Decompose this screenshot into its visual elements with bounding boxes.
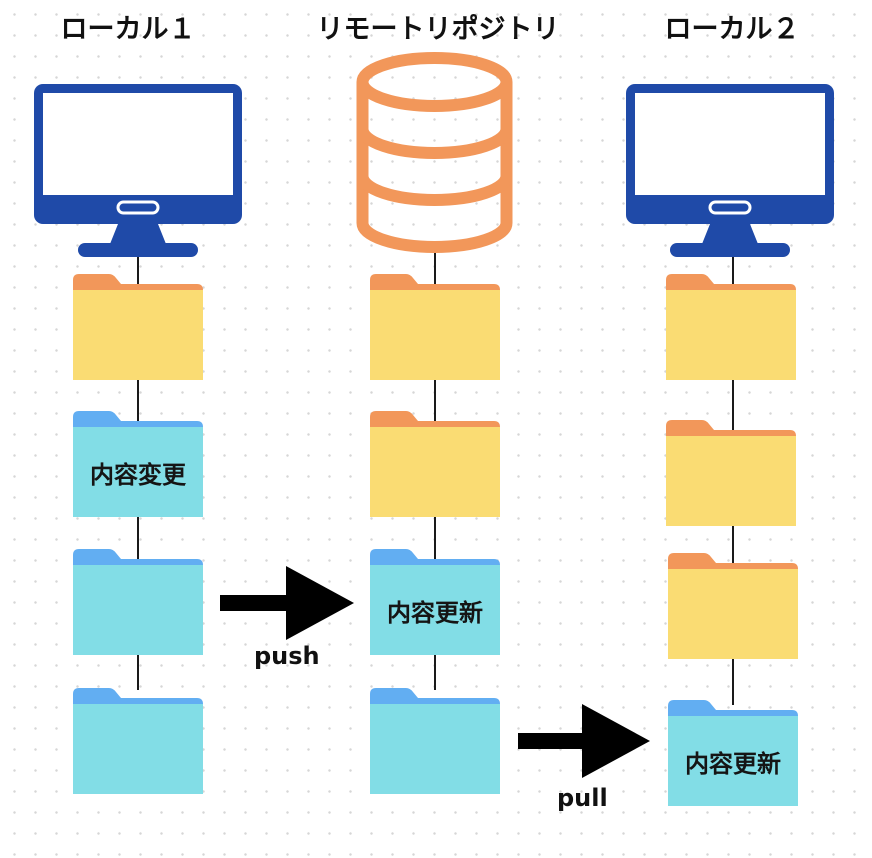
folder-body <box>370 290 500 380</box>
folder-icon <box>73 549 203 655</box>
folder-remote-4 <box>370 688 500 794</box>
folder-body <box>73 565 203 655</box>
folder-icon <box>73 274 203 380</box>
folder-label: 内容更新 <box>387 598 483 627</box>
database-icon <box>356 52 513 253</box>
folder-remote-3: 内容更新 <box>370 549 500 655</box>
pull-label: pull <box>557 784 608 812</box>
column-title-remote-repository: リモートリポジトリ <box>316 14 560 45</box>
folder-local-1-3 <box>73 549 203 655</box>
folder-icon <box>370 274 500 380</box>
folder-local-2-1 <box>666 274 796 380</box>
folder-icon <box>73 688 203 794</box>
folder-body <box>73 290 203 380</box>
folder-local-2-3 <box>668 553 798 659</box>
folder-local-1-1 <box>73 274 203 380</box>
folder-icon <box>666 274 796 380</box>
column-title-local-2: ローカル２ <box>664 14 800 45</box>
folder-icon <box>370 411 500 517</box>
folder-body <box>666 290 796 380</box>
folder-local-2-4: 内容更新 <box>668 700 798 806</box>
folder-label: 内容更新 <box>685 749 781 778</box>
folder-local-1-4 <box>73 688 203 794</box>
folder-body <box>668 569 798 659</box>
column-title-local-1: ローカル１ <box>60 14 196 45</box>
monitor-icon <box>626 84 834 257</box>
folder-icon <box>370 688 500 794</box>
push-arrow <box>220 566 354 640</box>
folder-icon <box>668 553 798 659</box>
folder-body <box>370 704 500 794</box>
push-label: push <box>254 642 320 670</box>
folder-label: 内容変更 <box>90 460 186 489</box>
pull-arrow <box>518 704 650 778</box>
folder-remote-1 <box>370 274 500 380</box>
folder-local-2-2 <box>666 420 796 526</box>
folder-icon <box>666 420 796 526</box>
folder-body <box>370 427 500 517</box>
folder-body <box>666 436 796 526</box>
folder-local-1-2: 内容変更 <box>73 411 203 517</box>
monitor-icon <box>34 84 242 257</box>
folder-remote-2 <box>370 411 500 517</box>
folder-body <box>73 704 203 794</box>
